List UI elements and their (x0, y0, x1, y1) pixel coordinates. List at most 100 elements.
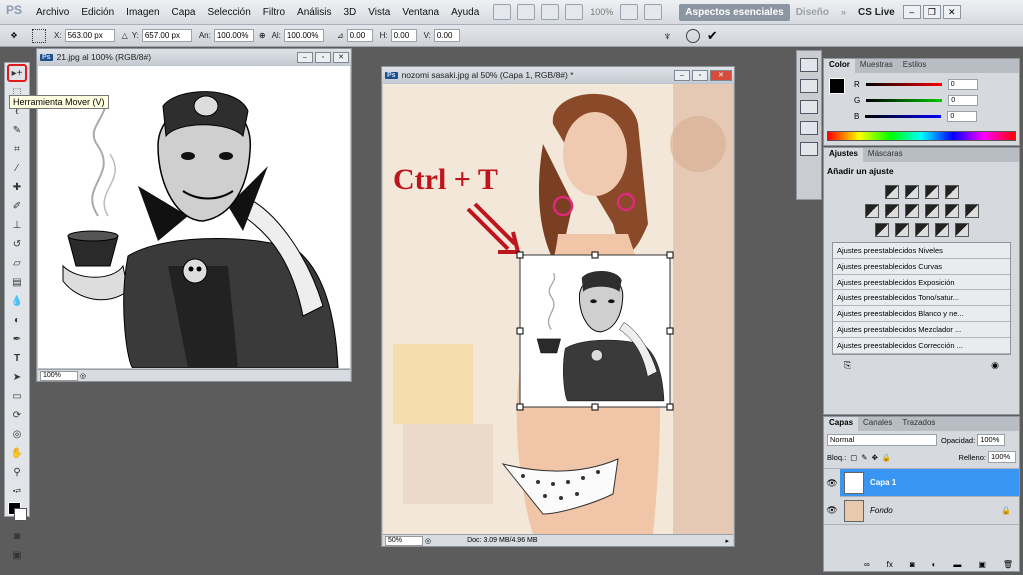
status-menu-icon[interactable]: ◎ (425, 537, 431, 545)
threshold-icon[interactable] (914, 223, 929, 237)
tab-channels[interactable]: Canales (858, 417, 897, 431)
color-balance-icon[interactable] (904, 204, 919, 218)
menu-vista[interactable]: Vista (362, 7, 396, 18)
tab-paths[interactable]: Trazados (897, 417, 940, 431)
swap-colors-icon[interactable]: ▪⇄ (7, 482, 27, 500)
dodge-tool-icon[interactable]: ◐ (7, 311, 27, 329)
menu-ayuda[interactable]: Ayuda (445, 7, 485, 18)
y-position-field[interactable]: 657.00 px (141, 29, 192, 42)
list-item[interactable]: Ajustes preestablecidos Niveles (833, 243, 1010, 259)
height-field[interactable]: 100.00% (283, 29, 324, 42)
move-tool-icon[interactable]: ▸+ (7, 64, 27, 82)
commit-transform-icon[interactable]: ✔ (707, 28, 718, 44)
brush-panel-icon[interactable] (800, 100, 818, 114)
cs-live-button[interactable]: CS Live (852, 7, 901, 18)
warp-mode-icon[interactable]: ♆ (663, 29, 672, 43)
document-canvas[interactable]: Ctrl + T (383, 84, 733, 534)
blur-tool-icon[interactable]: 💧 (7, 292, 27, 310)
posterize-icon[interactable] (894, 223, 909, 237)
close-icon[interactable]: ✕ (942, 5, 961, 19)
gradient-tool-icon[interactable]: ▤ (7, 273, 27, 291)
zoom-level-menu[interactable]: 100% (586, 7, 617, 17)
list-item[interactable]: Ajustes preestablecidos Blanco y ne... (833, 306, 1010, 322)
tab-adjustments[interactable]: Ajustes (824, 148, 863, 162)
link-layers-icon[interactable]: ∞ (864, 560, 870, 569)
crop-tool-icon[interactable]: ⌗ (7, 140, 27, 158)
invert-icon[interactable] (874, 223, 889, 237)
new-layer-icon[interactable]: ▣ (978, 560, 986, 569)
lock-all-icon[interactable]: 🔒 (882, 453, 891, 462)
fill-field[interactable]: 100% (988, 451, 1016, 463)
move-tool-preset-icon[interactable]: ✥ (0, 31, 28, 40)
document-title-bar[interactable]: Ps 21.jpg al 100% (RGB/8#) – ▫ ✕ (37, 49, 351, 65)
doc-minimize-icon[interactable]: – (297, 51, 313, 63)
quick-mask-icon[interactable]: ◙ (7, 527, 27, 545)
visibility-eye-icon[interactable]: 👁 (824, 505, 840, 516)
gradient-map-icon[interactable] (934, 223, 949, 237)
document-canvas[interactable] (38, 66, 350, 368)
g-slider[interactable] (866, 98, 943, 102)
width-field[interactable]: 100.00% (213, 29, 254, 42)
tab-layers[interactable]: Capas (824, 417, 859, 431)
actions-panel-icon[interactable] (800, 79, 818, 93)
menu-filtro[interactable]: Filtro (257, 7, 291, 18)
more-workspaces-icon[interactable]: » (835, 7, 852, 17)
doc-maximize-icon[interactable]: ▫ (692, 69, 708, 81)
tab-masks[interactable]: Máscaras (863, 148, 908, 162)
view-extras-icon[interactable] (541, 4, 560, 20)
clip-to-layer-icon[interactable]: ⎘ (844, 360, 851, 371)
levels-icon[interactable] (904, 185, 919, 199)
adjustment-options-icon[interactable]: ◉ (991, 360, 999, 371)
arrange-documents-icon[interactable] (620, 4, 639, 20)
status-expand-icon[interactable]: ▸ (725, 537, 729, 545)
list-item[interactable]: Ajustes preestablecidos Mezclador ... (833, 322, 1010, 338)
eraser-tool-icon[interactable]: ▱ (7, 254, 27, 272)
workspace-essentials-button[interactable]: Aspectos esenciales (679, 3, 790, 21)
reference-point-icon[interactable] (32, 28, 46, 43)
list-item[interactable]: Ajustes preestablecidos Tono/satur... (833, 290, 1010, 307)
lock-transparency-icon[interactable]: ▢ (850, 453, 857, 462)
screen-mode-tool-icon[interactable]: ▣ (7, 546, 27, 564)
hue-saturation-icon[interactable] (884, 204, 899, 218)
menu-archivo[interactable]: Archivo (30, 7, 75, 18)
doc-maximize-icon[interactable]: ▫ (315, 51, 331, 63)
exposure-icon[interactable] (944, 185, 959, 199)
tab-color[interactable]: Color (824, 59, 855, 73)
layer-row-capa-1[interactable]: 👁 Capa 1 (824, 468, 1019, 497)
b-value-field[interactable]: 0 (947, 110, 978, 122)
angle-field[interactable]: 0.00 (346, 29, 373, 42)
menu-ventana[interactable]: Ventana (396, 7, 445, 18)
b-slider[interactable] (865, 114, 942, 118)
healing-brush-tool-icon[interactable]: ✚ (7, 178, 27, 196)
photo-filter-icon[interactable] (944, 204, 959, 218)
zoom-tool-icon[interactable]: ⚲ (7, 463, 27, 481)
lock-position-icon[interactable]: ✥ (872, 453, 878, 462)
3d-rotate-tool-icon[interactable]: ⟳ (7, 406, 27, 424)
list-item[interactable]: Ajustes preestablecidos Exposición (833, 275, 1010, 291)
type-tool-icon[interactable]: T (7, 349, 27, 367)
selective-color-icon[interactable] (954, 223, 969, 237)
menu-3d[interactable]: 3D (338, 7, 363, 18)
clone-stamp-tool-icon[interactable]: ⊥ (7, 216, 27, 234)
curves-icon[interactable] (924, 185, 939, 199)
restore-icon[interactable]: ❐ (922, 5, 941, 19)
doc-minimize-icon[interactable]: – (674, 69, 690, 81)
add-mask-icon[interactable]: ◙ (910, 560, 915, 569)
list-item[interactable]: Ajustes preestablecidos Corrección ... (833, 338, 1010, 354)
color-spectrum[interactable] (827, 131, 1016, 141)
new-adjustment-layer-icon[interactable]: ◐ (932, 560, 937, 569)
status-menu-icon[interactable]: ◎ (80, 372, 86, 380)
path-selection-tool-icon[interactable]: ➤ (7, 368, 27, 386)
r-value-field[interactable]: 0 (947, 78, 978, 90)
pen-tool-icon[interactable]: ✒ (7, 330, 27, 348)
bridge-icon[interactable] (493, 4, 512, 20)
background-color-swatch[interactable] (14, 508, 27, 521)
eyedropper-tool-icon[interactable]: ⁄ (7, 159, 27, 177)
lock-pixels-icon[interactable]: ✎ (861, 453, 867, 462)
tab-styles[interactable]: Estilos (898, 59, 932, 73)
3d-orbit-tool-icon[interactable]: ◎ (7, 425, 27, 443)
workspace-design-button[interactable]: Diseño (790, 4, 835, 21)
visibility-eye-icon[interactable]: 👁 (824, 468, 840, 497)
brush-tool-icon[interactable]: ✐ (7, 197, 27, 215)
character-panel-icon[interactable] (800, 142, 818, 156)
